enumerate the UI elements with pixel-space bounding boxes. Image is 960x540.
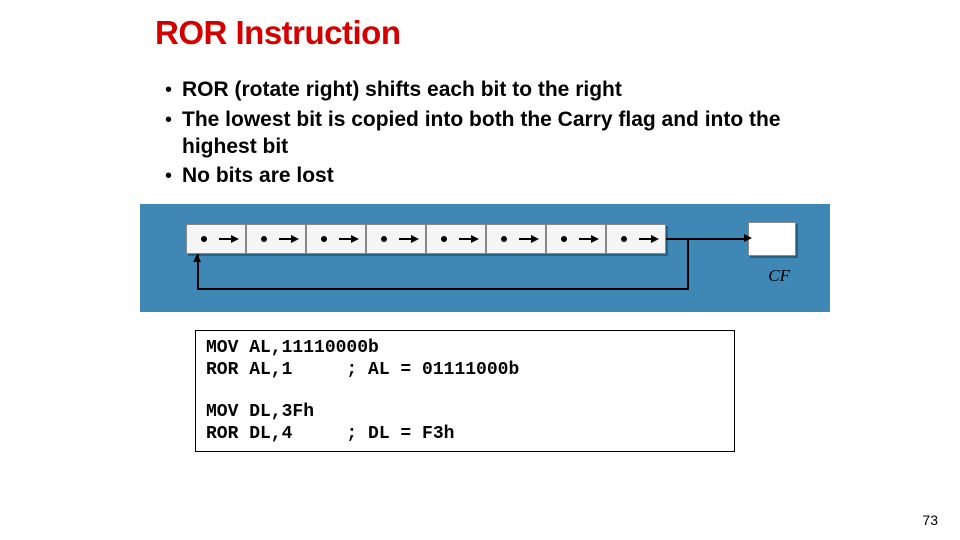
arrow-right-icon — [591, 235, 599, 243]
bullet-text: The lowest bit is copied into both the C… — [182, 106, 815, 160]
bit-cell — [486, 224, 546, 254]
bit-cell — [306, 224, 366, 254]
bit-cell — [186, 224, 246, 254]
slide: ROR Instruction • ROR (rotate right) shi… — [0, 0, 960, 540]
bullet-item: • The lowest bit is copied into both the… — [165, 106, 815, 160]
arrow-right-icon — [231, 235, 239, 243]
bullet-dot-icon: • — [165, 106, 172, 134]
dot-icon — [381, 236, 387, 242]
page-number: 73 — [922, 512, 938, 528]
bullet-list: • ROR (rotate right) shifts each bit to … — [165, 76, 815, 190]
bit-cell — [546, 224, 606, 254]
bullet-item: • No bits are lost — [165, 162, 815, 190]
bit-cell — [426, 224, 486, 254]
dot-icon — [201, 236, 207, 242]
carry-flag-label: CF — [768, 266, 790, 286]
connector-line — [666, 238, 748, 240]
arrow-right-icon — [744, 234, 752, 242]
arrow-up-icon — [193, 254, 201, 262]
dot-icon — [561, 236, 567, 242]
connector-line — [197, 288, 689, 290]
bit-cell — [366, 224, 426, 254]
bullet-item: • ROR (rotate right) shifts each bit to … — [165, 76, 815, 104]
bit-cell — [246, 224, 306, 254]
dot-icon — [441, 236, 447, 242]
code-line: MOV DL,3Fh — [206, 401, 724, 423]
arrow-right-icon — [291, 235, 299, 243]
arrow-right-icon — [351, 235, 359, 243]
bullet-text: ROR (rotate right) shifts each bit to th… — [182, 76, 622, 103]
carry-flag-box — [748, 222, 796, 256]
arrow-right-icon — [471, 235, 479, 243]
code-line: ROR DL,4 ; DL = F3h — [206, 423, 724, 445]
bit-cell — [606, 224, 666, 254]
bullet-dot-icon: • — [165, 162, 172, 190]
dot-icon — [501, 236, 507, 242]
code-line: MOV AL,11110000b — [206, 337, 724, 359]
ror-diagram: CF — [140, 204, 830, 312]
code-line: ROR AL,1 ; AL = 01111000b — [206, 359, 724, 381]
arrow-right-icon — [411, 235, 419, 243]
code-example: MOV AL,11110000b ROR AL,1 ; AL = 0111100… — [195, 330, 735, 452]
bit-register — [186, 224, 666, 254]
arrow-right-icon — [531, 235, 539, 243]
dot-icon — [261, 236, 267, 242]
connector-line — [687, 239, 689, 289]
dot-icon — [621, 236, 627, 242]
slide-title: ROR Instruction — [155, 14, 960, 52]
bullet-text: No bits are lost — [182, 162, 334, 189]
bullet-dot-icon: • — [165, 76, 172, 104]
arrow-right-icon — [651, 235, 659, 243]
dot-icon — [321, 236, 327, 242]
code-gap — [206, 381, 724, 401]
